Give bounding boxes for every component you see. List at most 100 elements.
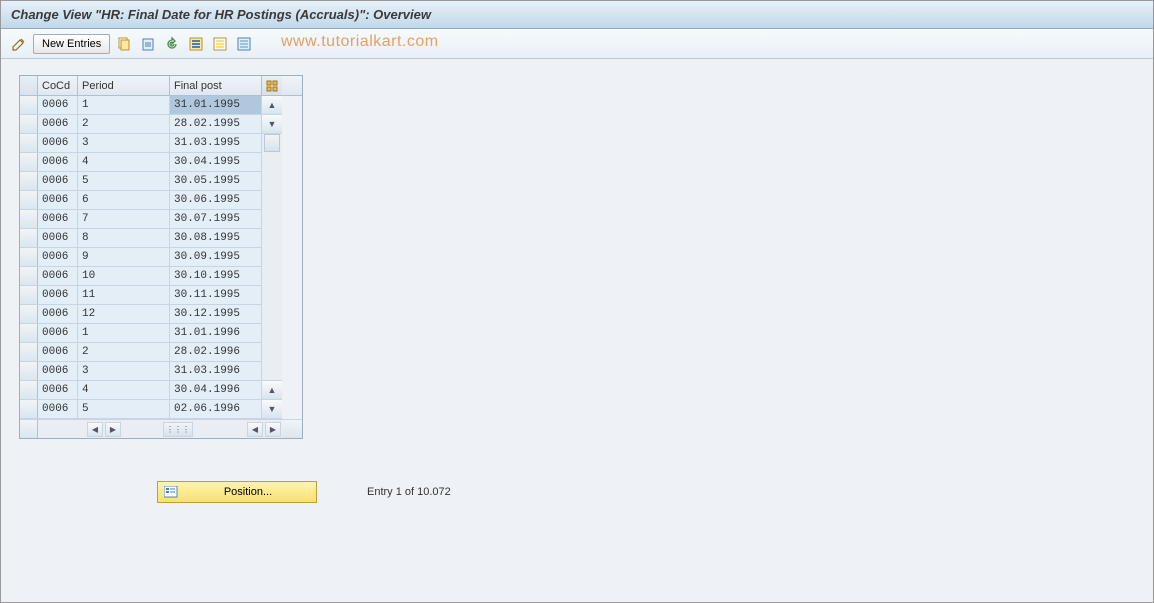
cell-cocd[interactable]: 0006 bbox=[38, 153, 78, 171]
cell-final-post[interactable]: 30.07.1995 bbox=[170, 210, 262, 228]
cell-period[interactable]: 4 bbox=[78, 381, 170, 399]
table-row: 0006430.04.1996 bbox=[20, 381, 262, 400]
row-selector[interactable] bbox=[20, 248, 38, 266]
cell-cocd[interactable]: 0006 bbox=[38, 400, 78, 418]
cell-period[interactable]: 8 bbox=[78, 229, 170, 247]
cell-period[interactable]: 3 bbox=[78, 362, 170, 380]
cell-final-post[interactable]: 30.12.1995 bbox=[170, 305, 262, 323]
scroll-down-button[interactable]: ▼ bbox=[262, 400, 282, 419]
cell-period[interactable]: 4 bbox=[78, 153, 170, 171]
table-header-select[interactable] bbox=[20, 76, 38, 95]
cell-period[interactable]: 7 bbox=[78, 210, 170, 228]
row-selector[interactable] bbox=[20, 172, 38, 190]
copy-icon[interactable] bbox=[114, 34, 134, 54]
cell-final-post[interactable]: 30.11.1995 bbox=[170, 286, 262, 304]
cell-cocd[interactable]: 0006 bbox=[38, 191, 78, 209]
cell-cocd[interactable]: 0006 bbox=[38, 248, 78, 266]
table-header-final[interactable]: Final post bbox=[170, 76, 262, 95]
row-selector[interactable] bbox=[20, 343, 38, 361]
select-block-icon[interactable] bbox=[210, 34, 230, 54]
cell-cocd[interactable]: 0006 bbox=[38, 229, 78, 247]
cell-final-post[interactable]: 30.10.1995 bbox=[170, 267, 262, 285]
cell-period[interactable]: 11 bbox=[78, 286, 170, 304]
cell-period[interactable]: 1 bbox=[78, 96, 170, 114]
cell-final-post[interactable]: 30.04.1996 bbox=[170, 381, 262, 399]
cell-cocd[interactable]: 0006 bbox=[38, 305, 78, 323]
horizontal-scrollbar: ◀ ▶ ⋮⋮⋮ ◀ ▶ bbox=[20, 419, 302, 438]
scroll-down-step-button[interactable]: ▼ bbox=[262, 115, 282, 134]
cell-cocd[interactable]: 0006 bbox=[38, 286, 78, 304]
scroll-thumb[interactable] bbox=[264, 134, 280, 152]
new-entries-button[interactable]: New Entries bbox=[33, 34, 110, 54]
cell-period[interactable]: 1 bbox=[78, 324, 170, 342]
cell-cocd[interactable]: 0006 bbox=[38, 134, 78, 152]
hscroll-right-button[interactable]: ▶ bbox=[105, 422, 121, 437]
select-all-icon[interactable] bbox=[186, 34, 206, 54]
cell-final-post[interactable]: 28.02.1996 bbox=[170, 343, 262, 361]
table-row: 0006131.01.1995 bbox=[20, 96, 262, 115]
cell-period[interactable]: 9 bbox=[78, 248, 170, 266]
cell-period[interactable]: 12 bbox=[78, 305, 170, 323]
position-label: Position... bbox=[186, 486, 310, 498]
hscroll-right2-button[interactable]: ▶ bbox=[265, 422, 281, 437]
cell-cocd[interactable]: 0006 bbox=[38, 210, 78, 228]
cell-cocd[interactable]: 0006 bbox=[38, 96, 78, 114]
cell-cocd[interactable]: 0006 bbox=[38, 381, 78, 399]
row-selector[interactable] bbox=[20, 153, 38, 171]
row-selector[interactable] bbox=[20, 286, 38, 304]
watermark: www.tutorialkart.com bbox=[281, 33, 439, 51]
row-selector[interactable] bbox=[20, 324, 38, 342]
cell-period[interactable]: 2 bbox=[78, 343, 170, 361]
delete-icon[interactable] bbox=[138, 34, 158, 54]
cell-final-post[interactable]: 31.01.1996 bbox=[170, 324, 262, 342]
scroll-up-bottom-button[interactable]: ▲ bbox=[262, 381, 282, 400]
deselect-all-icon[interactable] bbox=[234, 34, 254, 54]
cell-cocd[interactable]: 0006 bbox=[38, 172, 78, 190]
cell-final-post[interactable]: 28.02.1995 bbox=[170, 115, 262, 133]
table-row: 0006630.06.1995 bbox=[20, 191, 262, 210]
cell-cocd[interactable]: 0006 bbox=[38, 362, 78, 380]
cell-period[interactable]: 6 bbox=[78, 191, 170, 209]
cell-final-post[interactable]: 31.03.1995 bbox=[170, 134, 262, 152]
position-button[interactable]: Position... bbox=[157, 481, 317, 503]
row-selector[interactable] bbox=[20, 305, 38, 323]
undo-icon[interactable] bbox=[162, 34, 182, 54]
cell-final-post[interactable]: 30.04.1995 bbox=[170, 153, 262, 171]
cell-period[interactable]: 10 bbox=[78, 267, 170, 285]
cell-period[interactable]: 5 bbox=[78, 172, 170, 190]
cell-final-post[interactable]: 31.01.1995 bbox=[170, 96, 262, 114]
page-title: Change View "HR: Final Date for HR Posti… bbox=[11, 7, 431, 22]
table-config-icon[interactable] bbox=[262, 76, 282, 95]
row-selector[interactable] bbox=[20, 229, 38, 247]
row-selector[interactable] bbox=[20, 134, 38, 152]
table-header-cocd[interactable]: CoCd bbox=[38, 76, 78, 95]
cell-final-post[interactable]: 30.09.1995 bbox=[170, 248, 262, 266]
cell-period[interactable]: 2 bbox=[78, 115, 170, 133]
row-selector[interactable] bbox=[20, 96, 38, 114]
hscroll-left-button[interactable]: ◀ bbox=[87, 422, 103, 437]
table-header-period[interactable]: Period bbox=[78, 76, 170, 95]
cell-cocd[interactable]: 0006 bbox=[38, 324, 78, 342]
scroll-up-button[interactable]: ▲ bbox=[262, 96, 282, 115]
hscroll-thumb[interactable]: ⋮⋮⋮ bbox=[163, 422, 193, 437]
row-selector[interactable] bbox=[20, 191, 38, 209]
toggle-display-change-icon[interactable] bbox=[9, 34, 29, 54]
cell-final-post[interactable]: 30.05.1995 bbox=[170, 172, 262, 190]
cell-cocd[interactable]: 0006 bbox=[38, 343, 78, 361]
hscroll-left2-button[interactable]: ◀ bbox=[247, 422, 263, 437]
row-selector[interactable] bbox=[20, 210, 38, 228]
cell-final-post[interactable]: 02.06.1996 bbox=[170, 400, 262, 418]
cell-period[interactable]: 5 bbox=[78, 400, 170, 418]
cell-cocd[interactable]: 0006 bbox=[38, 115, 78, 133]
row-selector[interactable] bbox=[20, 267, 38, 285]
row-selector[interactable] bbox=[20, 400, 38, 418]
scroll-track[interactable] bbox=[262, 134, 282, 381]
row-selector[interactable] bbox=[20, 115, 38, 133]
row-selector[interactable] bbox=[20, 381, 38, 399]
row-selector[interactable] bbox=[20, 362, 38, 380]
cell-cocd[interactable]: 0006 bbox=[38, 267, 78, 285]
cell-final-post[interactable]: 30.08.1995 bbox=[170, 229, 262, 247]
cell-final-post[interactable]: 30.06.1995 bbox=[170, 191, 262, 209]
cell-final-post[interactable]: 31.03.1996 bbox=[170, 362, 262, 380]
cell-period[interactable]: 3 bbox=[78, 134, 170, 152]
